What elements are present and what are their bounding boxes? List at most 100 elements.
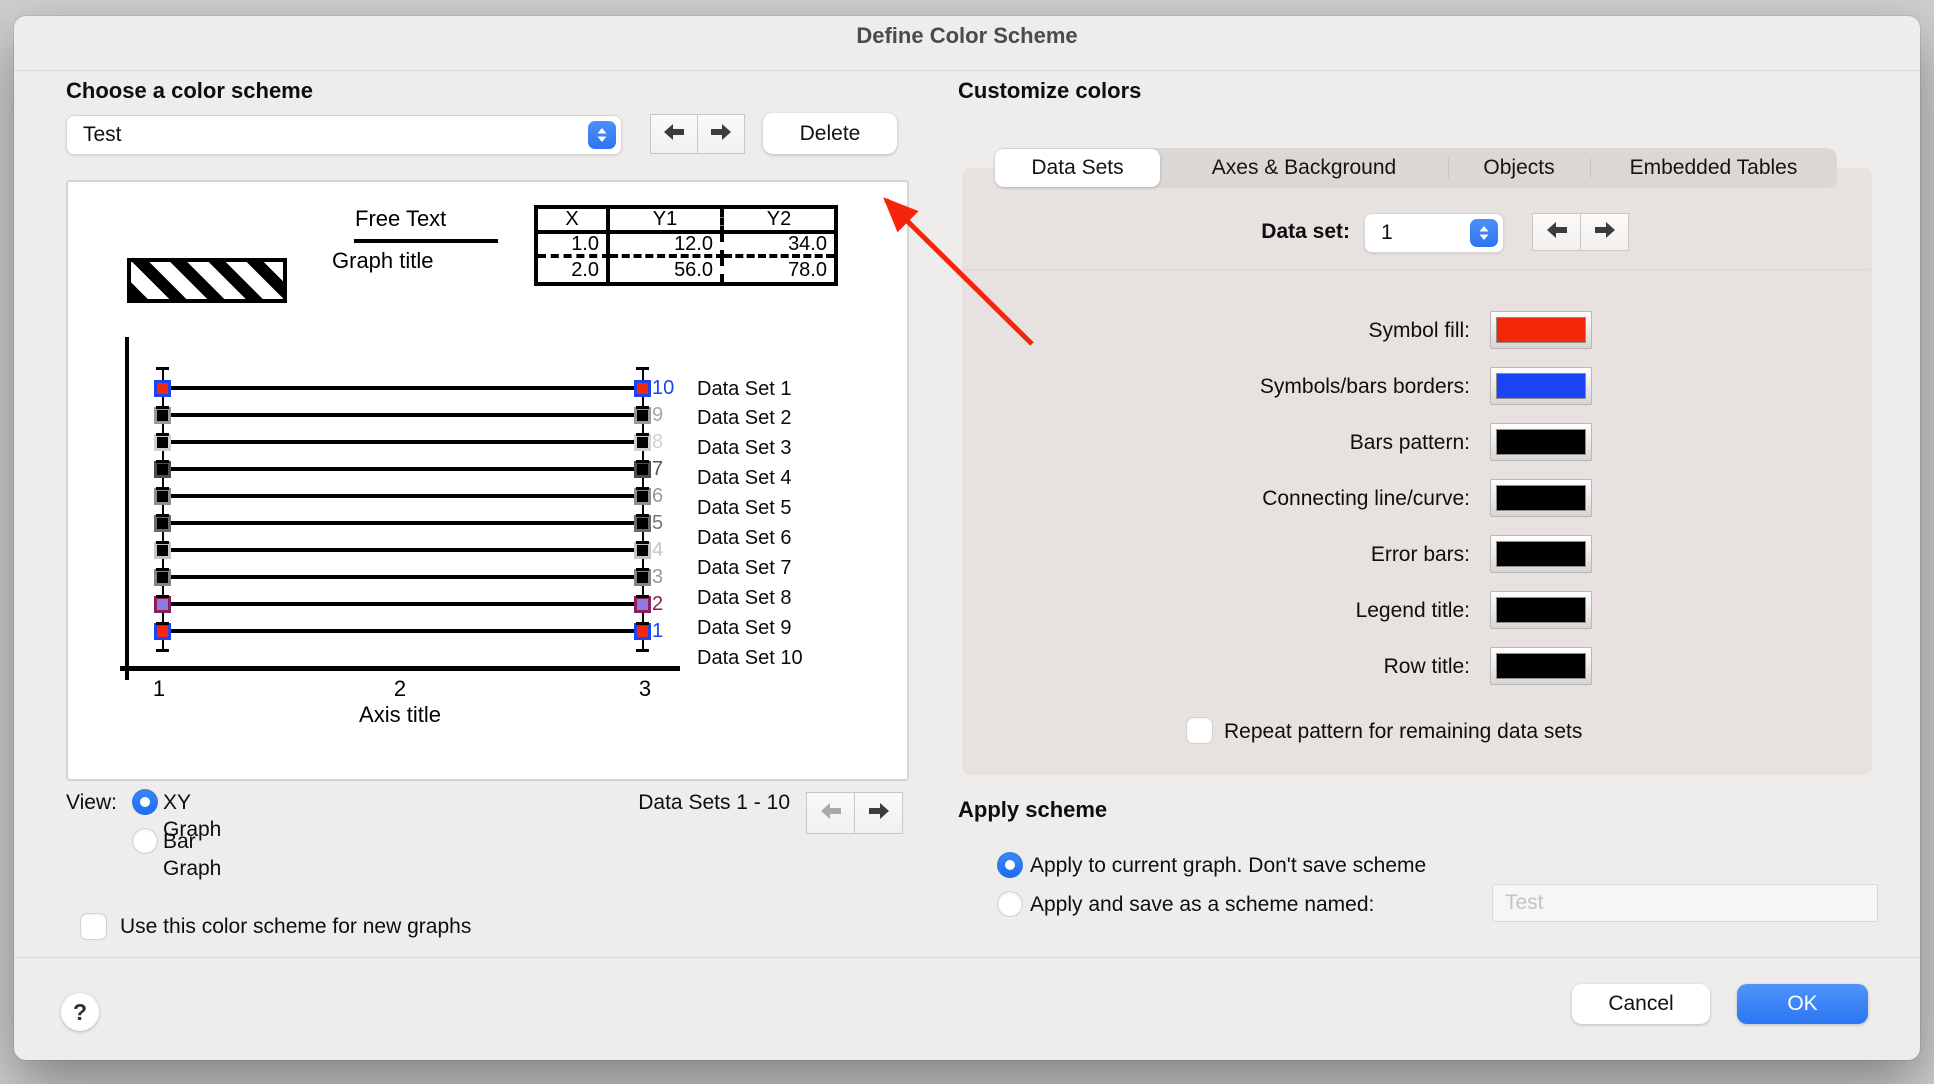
stepper-icon: [588, 121, 616, 149]
color-row-label-row-title: Row title:: [900, 653, 1470, 680]
color-swatch: [1496, 653, 1586, 679]
graph-layer: 1 Data Set 1 2 Data Set 2 3 Data Set 3 4 Data S…: [68, 182, 907, 779]
dataset-line: [162, 602, 642, 606]
legend-item: Data Set 3: [697, 436, 792, 461]
scheme-select[interactable]: Test: [66, 115, 622, 155]
arrow-left-icon: [1546, 221, 1568, 244]
dataset-marker: [154, 407, 171, 424]
choose-scheme-heading: Choose a color scheme: [66, 78, 313, 104]
repeat-pattern-label: Repeat pattern for remaining data sets: [1224, 718, 1582, 745]
dataset-marker: [634, 569, 651, 586]
scheme-name-input[interactable]: [1492, 884, 1878, 922]
data-set-select[interactable]: 1: [1364, 213, 1504, 253]
color-well-bars-pattern[interactable]: [1490, 423, 1592, 461]
dataset-line: [162, 413, 642, 417]
dataset-line: [162, 575, 642, 579]
color-well-row-title[interactable]: [1490, 647, 1592, 685]
dataset-number: 9: [652, 403, 663, 427]
view-option-label-bar-graph: Bar Graph: [163, 828, 221, 882]
color-well-legend-title[interactable]: [1490, 591, 1592, 629]
legend-item: Data Set 2: [697, 406, 792, 431]
footer-divider: [14, 957, 1920, 958]
dataset-marker: [634, 407, 651, 424]
color-well-error-bars[interactable]: [1490, 535, 1592, 573]
tab-separator: [1590, 158, 1591, 178]
legend-item: Data Set 1: [697, 377, 792, 402]
legend-item: Data Set 7: [697, 556, 792, 581]
dataset-number: 10: [652, 376, 674, 400]
legend-item: Data Set 5: [697, 496, 792, 521]
data-set-select-value: 1: [1381, 214, 1393, 252]
dataset-marker: [634, 488, 651, 505]
scheme-next-button[interactable]: [697, 114, 745, 154]
ok-button[interactable]: OK: [1737, 984, 1868, 1024]
delete-button[interactable]: Delete: [763, 113, 897, 154]
dataset-line: [162, 467, 642, 471]
axis-tick-label: 1: [129, 676, 189, 702]
dataset-line: [162, 548, 642, 552]
stepper-icon: [1470, 219, 1498, 247]
dataset-marker: [634, 623, 651, 640]
dataset-marker: [634, 596, 651, 613]
dataset-number: 3: [652, 565, 663, 589]
dataset-line: [162, 386, 642, 390]
customize-panel: [962, 168, 1872, 775]
range-next-button[interactable]: [854, 792, 903, 834]
dataset-number: 7: [652, 457, 663, 481]
data-set-next-button[interactable]: [1580, 213, 1629, 251]
dataset-marker: [634, 461, 651, 478]
range-prev-button[interactable]: [806, 792, 855, 834]
dataset-number: 4: [652, 538, 663, 562]
arrow-left-icon: [663, 123, 685, 146]
color-row-label-symbol-fill: Symbol fill:: [900, 317, 1470, 344]
color-swatch: [1496, 541, 1586, 567]
tab-data-sets[interactable]: Data Sets: [995, 149, 1160, 187]
tab-separator: [1448, 158, 1449, 178]
apply-save-label: Apply and save as a scheme named:: [1030, 891, 1374, 918]
apply-save-radio[interactable]: [997, 891, 1023, 917]
legend-item: Data Set 6: [697, 526, 792, 551]
dataset-line: [162, 494, 642, 498]
color-well-symbol-fill[interactable]: [1490, 311, 1592, 349]
view-label: View:: [66, 789, 117, 816]
dataset-number: 5: [652, 511, 663, 535]
view-radio-bar-graph[interactable]: [132, 828, 158, 854]
scheme-select-value: Test: [83, 116, 122, 154]
dataset-marker: [154, 488, 171, 505]
dataset-number: 8: [652, 430, 663, 454]
tab-objects[interactable]: Objects: [1448, 148, 1590, 188]
cancel-button[interactable]: Cancel: [1572, 984, 1710, 1024]
repeat-pattern-checkbox[interactable]: [1186, 717, 1213, 744]
apply-current-radio[interactable]: [997, 852, 1023, 878]
legend-item: Data Set 4: [697, 466, 792, 491]
dataset-marker: [154, 569, 171, 586]
dataset-marker: [154, 461, 171, 478]
dataset-marker: [154, 380, 171, 397]
tab-axes-background[interactable]: Axes & Background: [1160, 148, 1448, 188]
color-row-label-legend-title: Legend title:: [900, 597, 1470, 624]
tab-embedded-tables[interactable]: Embedded Tables: [1590, 148, 1837, 188]
color-well-symbols-bars-borders[interactable]: [1490, 367, 1592, 405]
color-well-connecting-line-curve[interactable]: [1490, 479, 1592, 517]
color-swatch: [1496, 317, 1586, 343]
dataset-number: 2: [652, 592, 663, 616]
data-set-label: Data set:: [1098, 218, 1350, 245]
data-set-prev-button[interactable]: [1532, 213, 1581, 251]
use-scheme-for-new-graphs-checkbox[interactable]: [80, 913, 107, 940]
apply-current-label: Apply to current graph. Don't save schem…: [1030, 852, 1426, 879]
arrow-right-icon: [710, 123, 732, 146]
help-button[interactable]: ?: [61, 993, 99, 1031]
scheme-prev-button[interactable]: [650, 114, 698, 154]
legend-item: Data Set 8: [697, 586, 792, 611]
dataset-marker: [154, 542, 171, 559]
view-radio-xy-graph[interactable]: [132, 789, 158, 815]
color-row-label-bars-pattern: Bars pattern:: [900, 429, 1470, 456]
color-swatch: [1496, 597, 1586, 623]
dataset-line: [162, 521, 642, 525]
arrow-right-icon: [1594, 221, 1616, 244]
customize-colors-heading: Customize colors: [958, 78, 1141, 104]
axis-tick-label: 2: [370, 676, 430, 702]
dataset-marker: [154, 434, 171, 451]
color-swatch: [1496, 429, 1586, 455]
legend-item: Data Set 9: [697, 616, 792, 641]
